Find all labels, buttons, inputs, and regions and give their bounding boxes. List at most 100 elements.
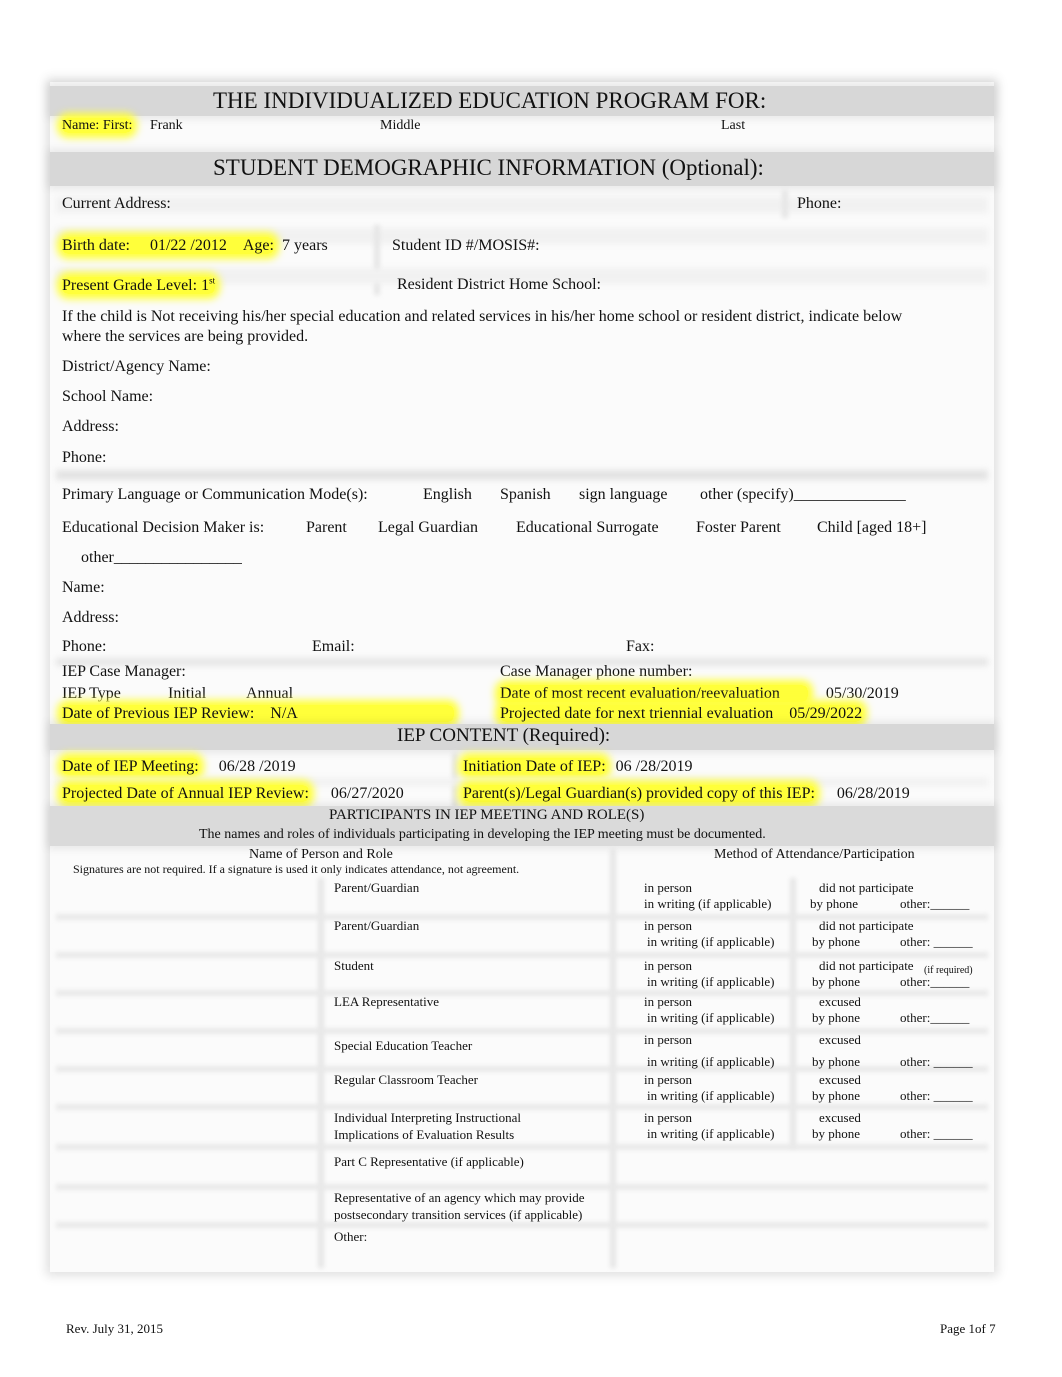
participant-role: Part C Representative (if applicable) (334, 1154, 524, 1169)
language-option-other[interactable]: other (specify)______________ (700, 486, 906, 504)
student-id-label[interactable]: Student ID #/MOSIS#: (392, 237, 540, 255)
method-other[interactable]: other: ______ (900, 1088, 973, 1104)
method-in-person[interactable]: in person (644, 880, 692, 896)
iep-type-initial[interactable]: Initial (168, 685, 206, 703)
language-option-english[interactable]: English (423, 486, 472, 504)
method-by-phone[interactable]: by phone (812, 1088, 860, 1104)
phone-label[interactable]: Phone: (797, 195, 841, 213)
method-by-phone[interactable]: by phone (812, 934, 860, 950)
address-label[interactable]: Address: (62, 418, 119, 436)
iep-type-annual[interactable]: Annual (246, 685, 293, 703)
school-name-label[interactable]: School Name: (62, 388, 153, 406)
dm-address-label[interactable]: Address: (62, 609, 119, 627)
case-manager-label[interactable]: IEP Case Manager: (62, 663, 186, 681)
triennial-label: Projected date for next triennial evalua… (500, 705, 774, 722)
decision-maker-surrogate[interactable]: Educational Surrogate (516, 519, 659, 537)
birth-date-highlight: Birth date: 01/22 /2012 Age: (62, 237, 274, 254)
method-other[interactable]: other:______ (900, 1010, 969, 1026)
dm-email-label[interactable]: Email: (312, 638, 355, 656)
first-name-value[interactable]: Frank (150, 118, 183, 134)
participant-method-input[interactable] (620, 1227, 980, 1257)
participant-method-input[interactable] (620, 1188, 980, 1218)
method-other[interactable]: other: ______ (900, 1126, 973, 1142)
method-by-phone[interactable]: by phone (812, 974, 860, 990)
method-excused[interactable]: excused (819, 1032, 861, 1048)
age-label: Age: (242, 237, 274, 254)
birth-date-field[interactable]: Birth date: 01/22 /2012 Age: 7 years (62, 237, 328, 255)
page-number: Page 1of 7 (940, 1321, 996, 1336)
prev-review-field[interactable]: Date of Previous IEP Review: N/A (62, 705, 454, 723)
method-in-writing[interactable]: in writing (if applicable) (647, 1010, 774, 1026)
phone2-label[interactable]: Phone: (62, 449, 106, 467)
participant-name-input[interactable] (60, 878, 310, 908)
decision-maker-child[interactable]: Child [aged 18+] (817, 519, 926, 537)
decision-maker-legal-guardian[interactable]: Legal Guardian (378, 519, 478, 537)
method-other[interactable]: other: ______ (900, 1054, 973, 1070)
method-other[interactable]: other:______ (900, 896, 969, 912)
method-in-writing[interactable]: in writing (if applicable) (647, 1126, 774, 1142)
method-in-person[interactable]: in person (644, 1072, 692, 1088)
middle-name-label[interactable]: Middle (380, 118, 420, 134)
copy-field[interactable]: Parent(s)/Legal Guardian(s) provided cop… (463, 785, 910, 803)
participant-name-input[interactable] (60, 956, 310, 986)
method-other[interactable]: other: ______ (900, 934, 973, 950)
method-excused[interactable]: excused (819, 1110, 861, 1126)
prev-review-label: Date of Previous IEP Review: (62, 705, 255, 722)
language-option-sign[interactable]: sign language (579, 486, 667, 504)
method-excused[interactable]: excused (819, 1072, 861, 1088)
last-name-label[interactable]: Last (721, 118, 745, 134)
method-did-not-participate[interactable]: did not participate (819, 918, 914, 934)
method-other[interactable]: other:______ (900, 974, 969, 990)
meeting-date-field[interactable]: Date of IEP Meeting: 06/28 /2019 (62, 758, 296, 776)
current-address-label[interactable]: Current Address: (62, 195, 171, 213)
revision-date: Rev. July 31, 2015 (66, 1321, 164, 1336)
participant-name-input[interactable] (60, 1108, 310, 1138)
district-agency-label[interactable]: District/Agency Name: (62, 358, 211, 376)
dm-fax-label[interactable]: Fax: (626, 638, 654, 656)
participant-name-input[interactable] (60, 1030, 310, 1060)
method-excused[interactable]: excused (819, 994, 861, 1010)
method-in-writing[interactable]: in writing (if applicable) (644, 896, 771, 912)
method-by-phone[interactable]: by phone (812, 1054, 860, 1070)
triennial-field[interactable]: Projected date for next triennial evalua… (500, 705, 863, 723)
method-by-phone[interactable]: by phone (810, 896, 858, 912)
case-manager-phone-label[interactable]: Case Manager phone number: (500, 663, 692, 681)
meeting-date-value: 06/28 /2019 (218, 758, 296, 775)
participant-name-input[interactable] (60, 1227, 310, 1257)
method-in-person[interactable]: in person (644, 1032, 692, 1048)
resident-district-label[interactable]: Resident District Home School: (397, 276, 601, 294)
method-by-phone[interactable]: by phone (812, 1010, 860, 1026)
dm-name-label[interactable]: Name: (62, 579, 105, 597)
participant-name-input[interactable] (60, 1188, 310, 1218)
method-in-person[interactable]: in person (644, 1110, 692, 1126)
participant-method-input[interactable] (620, 1152, 980, 1182)
participant-name-input[interactable] (60, 916, 310, 946)
method-in-writing[interactable]: in writing (if applicable) (647, 1054, 774, 1070)
recent-eval-field[interactable]: Date of most recent evaluation/reevaluat… (500, 685, 899, 703)
annual-review-field[interactable]: Projected Date of Annual IEP Review: 06/2… (62, 785, 404, 803)
method-in-person[interactable]: in person (644, 994, 692, 1010)
participant-name-input[interactable] (60, 1152, 310, 1182)
participant-name-input[interactable] (60, 992, 310, 1022)
decision-maker-parent[interactable]: Parent (306, 519, 347, 537)
table-column-divider (318, 878, 324, 1268)
method-did-not-participate[interactable]: did not participate (819, 958, 914, 974)
grade-field[interactable]: Present Grade Level: 1st (62, 276, 216, 295)
row-divider (56, 470, 988, 480)
method-in-writing[interactable]: in writing (if applicable) (647, 1088, 774, 1104)
method-in-writing[interactable]: in writing (if applicable) (647, 934, 774, 950)
method-in-writing[interactable]: in writing (if applicable) (647, 974, 774, 990)
participant-name-input[interactable] (60, 1070, 310, 1100)
method-in-person[interactable]: in person (644, 958, 692, 974)
form-title: THE INDIVIDUALIZED EDUCATION PROGRAM FOR… (213, 88, 767, 113)
annual-review-date: 06/27/2020 (330, 785, 404, 802)
decision-maker-foster-parent[interactable]: Foster Parent (696, 519, 781, 537)
participant-role: Student (334, 958, 374, 973)
method-in-person[interactable]: in person (644, 918, 692, 934)
initiation-date-field[interactable]: Initiation Date of IEP: 06 /28/2019 (463, 758, 693, 776)
method-did-not-participate[interactable]: did not participate (819, 880, 914, 896)
language-option-spanish[interactable]: Spanish (500, 486, 551, 504)
method-by-phone[interactable]: by phone (812, 1126, 860, 1142)
decision-maker-other[interactable]: other________________ (81, 549, 242, 567)
dm-phone-label[interactable]: Phone: (62, 638, 106, 656)
